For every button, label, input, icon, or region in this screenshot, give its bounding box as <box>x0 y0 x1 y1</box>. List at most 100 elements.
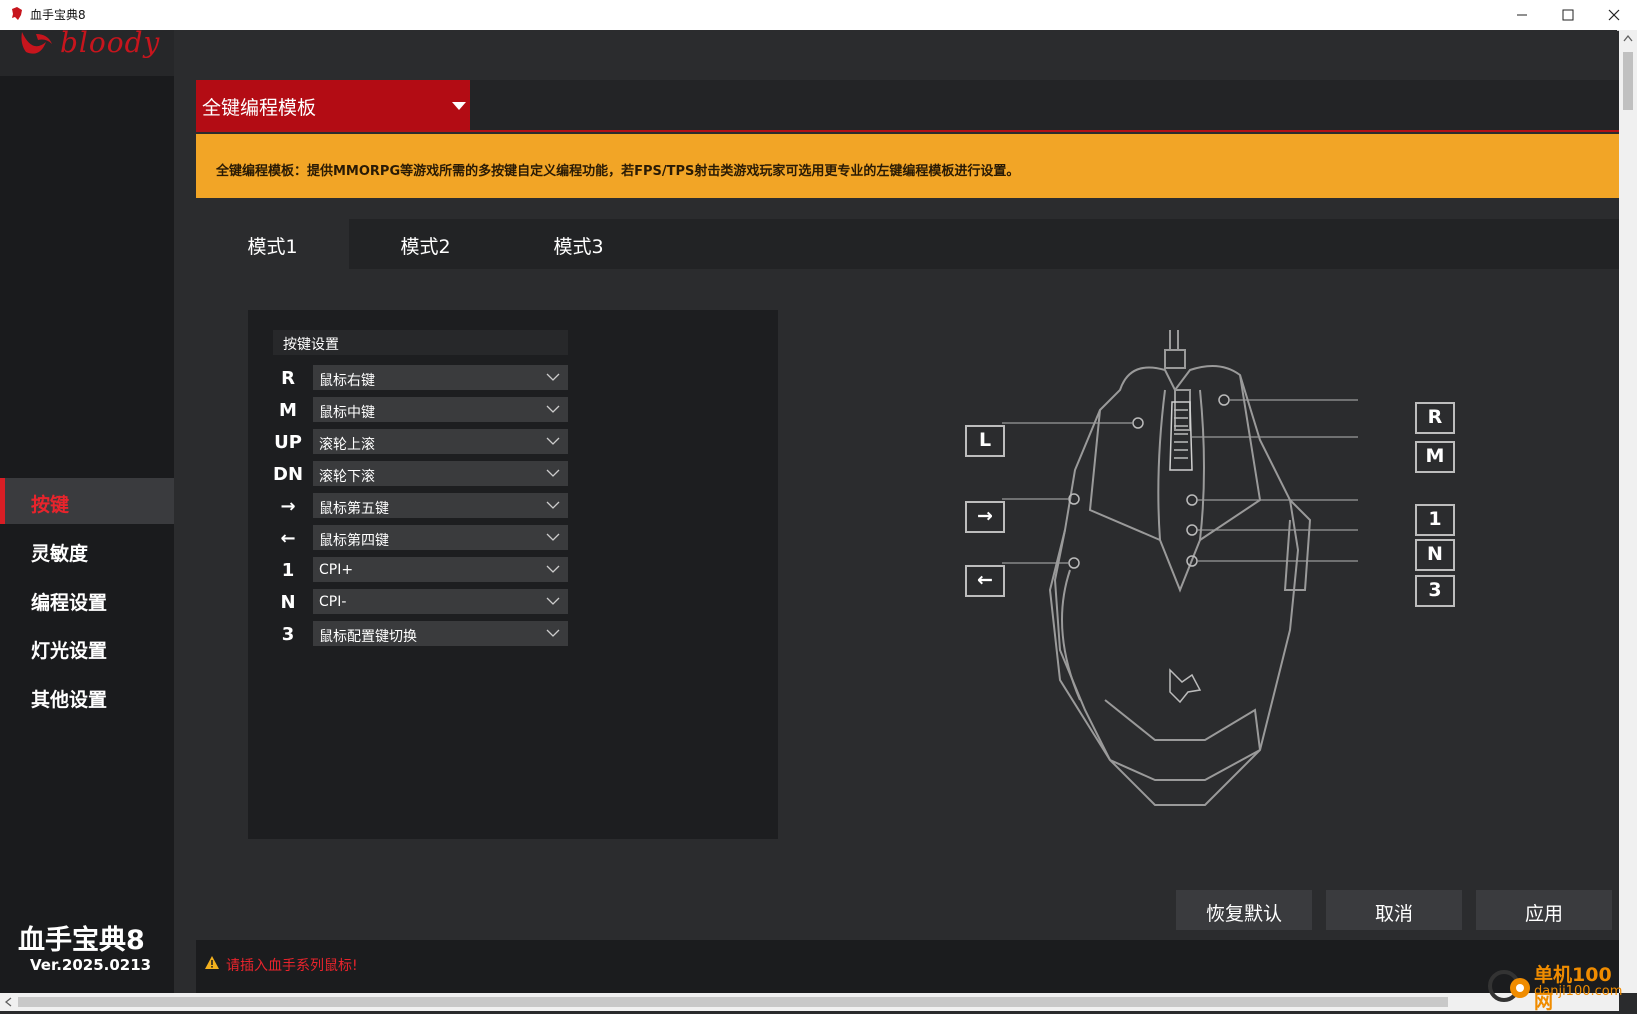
key-assignment-value: 滚轮下滚 <box>319 469 375 485</box>
key-assignment-value: 鼠标第四键 <box>319 533 389 549</box>
chevron-down-icon <box>546 501 560 509</box>
chevron-down-icon <box>546 533 560 541</box>
key-label: → <box>280 496 296 517</box>
key-assignment-value: 鼠标中键 <box>319 405 375 421</box>
diagram-label-n: N <box>1415 539 1455 571</box>
tab-mode-2[interactable]: 模式2 <box>349 219 502 269</box>
chevron-down-icon <box>546 469 560 477</box>
template-dropdown[interactable]: 全键编程模板 <box>196 80 470 130</box>
diagram-label-1: 1 <box>1415 504 1455 536</box>
key-assignment-select[interactable]: 鼠标右键 <box>313 365 568 390</box>
key-assignment-select[interactable]: 滚轮上滚 <box>313 429 568 454</box>
scroll-left-icon[interactable] <box>4 997 12 1007</box>
key-assignment-value: 滚轮上滚 <box>319 437 375 453</box>
close-icon <box>1608 9 1620 21</box>
key-label: 1 <box>281 560 295 581</box>
diagram-label-r: R <box>1415 402 1455 434</box>
minimize-icon <box>1517 14 1527 16</box>
diagram-label-text: 3 <box>1428 579 1442 601</box>
key-row-3: 3 鼠标配置键切换 <box>273 621 568 647</box>
sidebar-item-keys[interactable]: 按键 <box>0 478 174 524</box>
key-row-forward: → 鼠标第五键 <box>273 493 568 519</box>
restore-default-button[interactable]: 恢复默认 <box>1176 890 1312 930</box>
key-assignment-value: CPI+ <box>319 562 354 578</box>
key-assignment-select[interactable]: CPI- <box>313 589 568 614</box>
sidebar-item-label: 其他设置 <box>31 689 108 711</box>
horizontal-scrollbar[interactable] <box>0 993 1619 1011</box>
mouse-diagram <box>1002 330 1358 806</box>
chevron-down-icon <box>546 437 560 445</box>
maximize-icon <box>1562 9 1574 21</box>
key-assignment-select[interactable]: CPI+ <box>313 557 568 582</box>
diagram-label-text: N <box>1427 543 1443 565</box>
notice-text: 全键编程模板：提供MMORPG等游戏所需的多按键自定义编程功能，若FPS/TPS… <box>216 164 1020 179</box>
window-title: 血手宝典8 <box>30 8 86 22</box>
diagram-label-text: R <box>1427 406 1443 428</box>
diagram-label-text: ← <box>977 569 993 591</box>
tab-label: 模式3 <box>553 236 604 258</box>
key-assignment-select[interactable]: 鼠标第四键 <box>313 525 568 550</box>
chevron-down-icon <box>546 629 560 637</box>
notice-banner: 全键编程模板：提供MMORPG等游戏所需的多按键自定义编程功能，若FPS/TPS… <box>196 134 1620 198</box>
chevron-down-icon <box>546 565 560 573</box>
apply-button[interactable]: 应用 <box>1476 890 1612 930</box>
key-assignment-value: 鼠标配置键切换 <box>319 629 417 645</box>
key-label: DN <box>273 464 304 485</box>
key-assignment-select[interactable]: 鼠标第五键 <box>313 493 568 518</box>
caret-down-icon <box>452 102 466 110</box>
key-assignment-value: 鼠标第五键 <box>319 501 389 517</box>
close-button[interactable] <box>1591 0 1637 30</box>
chevron-down-icon <box>546 405 560 413</box>
minimize-button[interactable] <box>1499 0 1545 30</box>
app-name: 血手宝典8 <box>18 925 145 956</box>
key-row-back: ← 鼠标第四键 <box>273 525 568 551</box>
horizontal-scroll-thumb[interactable] <box>18 997 1448 1007</box>
bloody-logo-icon <box>12 7 22 20</box>
brand-wordmark: bloody <box>60 26 161 59</box>
watermark-logo-icon <box>1488 970 1530 1002</box>
key-row-m: M 鼠标中键 <box>273 397 568 423</box>
key-label: M <box>279 400 297 421</box>
sidebar-item-other[interactable]: 其他设置 <box>0 673 174 719</box>
device-warning: 请插入血手系列鼠标! <box>204 955 358 975</box>
vertical-scroll-thumb[interactable] <box>1623 52 1633 110</box>
sidebar-item-label: 编程设置 <box>31 592 108 614</box>
button-label: 取消 <box>1374 903 1413 925</box>
watermark-url: danji100.com <box>1534 984 1623 999</box>
sidebar-item-lighting[interactable]: 灯光设置 <box>0 624 174 670</box>
diagram-label-text: L <box>978 429 992 451</box>
key-settings-header: 按键设置 <box>273 330 568 355</box>
diagram-label-m: M <box>1415 441 1455 473</box>
template-selected: 全键编程模板 <box>202 97 317 119</box>
key-assignment-select[interactable]: 鼠标配置键切换 <box>313 621 568 646</box>
key-row-1: 1 CPI+ <box>273 557 568 583</box>
sidebar-item-label: 按键 <box>31 494 70 516</box>
cancel-button[interactable]: 取消 <box>1326 890 1462 930</box>
maximize-button[interactable] <box>1545 0 1591 30</box>
key-label: R <box>281 368 295 389</box>
sidebar-item-label: 灯光设置 <box>31 640 108 662</box>
tab-label: 模式2 <box>400 236 451 258</box>
diagram-label-text: → <box>977 505 993 527</box>
button-label: 应用 <box>1524 903 1563 925</box>
sidebar-item-sensitivity[interactable]: 灵敏度 <box>0 527 174 573</box>
key-row-dn: DN 滚轮下滚 <box>273 461 568 487</box>
sidebar-item-label: 灵敏度 <box>31 543 89 565</box>
key-label: ← <box>280 528 296 549</box>
vertical-scrollbar[interactable] <box>1619 30 1637 993</box>
tab-mode-3[interactable]: 模式3 <box>502 219 655 269</box>
key-assignment-value: 鼠标右键 <box>319 373 375 389</box>
status-bar <box>196 940 1620 993</box>
sidebar-item-programming[interactable]: 编程设置 <box>0 576 174 622</box>
key-assignment-select[interactable]: 滚轮下滚 <box>313 461 568 486</box>
bloody-claw-icon <box>21 32 52 54</box>
key-row-n: N CPI- <box>273 589 568 615</box>
key-label: UP <box>274 432 302 453</box>
scroll-up-icon[interactable] <box>1623 34 1633 42</box>
key-assignment-select[interactable]: 鼠标中键 <box>313 397 568 422</box>
window-titlebar: 血手宝典8 <box>0 0 1637 31</box>
tab-label: 模式1 <box>247 236 298 258</box>
key-row-up: UP 滚轮上滚 <box>273 429 568 455</box>
site-watermark: 单机100网 danji100.com <box>1478 960 1628 1013</box>
tab-mode-1[interactable]: 模式1 <box>196 219 349 269</box>
